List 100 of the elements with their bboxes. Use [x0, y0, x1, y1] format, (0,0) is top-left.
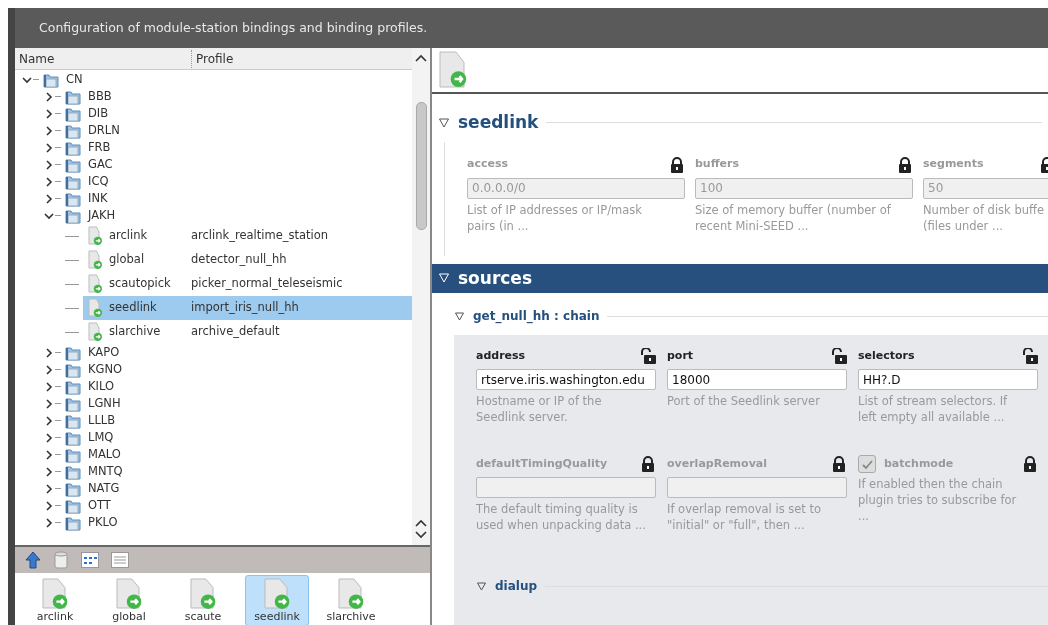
- caret-icon[interactable]: [43, 346, 55, 359]
- param-description: Size of memory buffer (number of recent Mini-SEED ...: [695, 201, 892, 234]
- unlock-icon[interactable]: [640, 348, 656, 364]
- station-name[interactable]: KGNO: [81, 360, 123, 379]
- station-name[interactable]: NATG: [81, 479, 120, 498]
- module-tile[interactable]: slarchive: [319, 575, 383, 625]
- station-name[interactable]: GAC: [81, 155, 113, 174]
- folder-icon: [65, 139, 81, 156]
- scroll-up-icon[interactable]: [415, 54, 427, 62]
- station-name[interactable]: LMQ: [81, 428, 114, 447]
- tree-item[interactable]: seedlink import_iris_null_hh: [83, 296, 412, 320]
- module-icon: [87, 226, 103, 246]
- station-name[interactable]: OTT: [81, 496, 111, 515]
- scroll-up-icon[interactable]: [415, 519, 427, 527]
- module-tile[interactable]: global: [97, 575, 161, 625]
- caret-icon[interactable]: [43, 380, 55, 393]
- profile-name: detector_null_hh: [191, 251, 287, 269]
- station-name[interactable]: DRLN: [81, 121, 120, 140]
- checkbox[interactable]: [858, 455, 876, 473]
- station-name[interactable]: KAPO: [81, 343, 120, 362]
- group-title: dialup: [495, 578, 538, 595]
- scroll-thumb[interactable]: [415, 102, 427, 230]
- up-arrow-icon[interactable]: [25, 551, 41, 569]
- input-field[interactable]: 18000: [667, 369, 847, 390]
- icon-view-icon[interactable]: [81, 552, 99, 568]
- expand-icon[interactable]: [476, 580, 487, 592]
- lock-icon[interactable]: [831, 456, 847, 472]
- module-tile[interactable]: arclink: [23, 575, 87, 625]
- module-tile[interactable]: scaute: [171, 575, 235, 625]
- scrollbar[interactable]: [412, 48, 430, 545]
- unlock-icon[interactable]: [1022, 348, 1038, 364]
- caret-icon[interactable]: [43, 516, 55, 529]
- caret-icon[interactable]: [43, 414, 55, 427]
- unlock-icon[interactable]: [831, 348, 847, 364]
- param-description: If overlap removal is set to "initial" or "full", then ...: [667, 501, 823, 533]
- lock-icon[interactable]: [897, 156, 913, 173]
- param-label: address: [476, 347, 526, 364]
- module-label: slarchive: [326, 610, 376, 623]
- folder-icon: [65, 395, 81, 412]
- caret-icon[interactable]: [43, 431, 55, 444]
- network-name[interactable]: CN: [59, 70, 83, 89]
- station-name[interactable]: MALO: [81, 445, 121, 464]
- station-name[interactable]: JAKH: [81, 206, 116, 225]
- station-name[interactable]: LLLB: [81, 411, 116, 430]
- caret-icon[interactable]: [43, 124, 55, 137]
- module-icon: [115, 578, 143, 610]
- lock-icon[interactable]: [640, 456, 656, 472]
- caret-icon[interactable]: [43, 158, 55, 171]
- folder-icon: [65, 156, 81, 173]
- expand-icon[interactable]: [438, 116, 450, 129]
- param-label: defaultTimingQuality: [476, 455, 608, 472]
- station-name[interactable]: INK: [81, 189, 108, 208]
- station-name[interactable]: KILO: [81, 377, 114, 396]
- caret-icon[interactable]: [43, 107, 55, 120]
- caret-icon[interactable]: [43, 363, 55, 376]
- tree-item[interactable]: scautopick picker_normal_teleseismic: [83, 272, 412, 296]
- station-name[interactable]: PKLO: [81, 513, 118, 532]
- section-title: seedlink: [458, 111, 539, 134]
- caret-icon[interactable]: [43, 448, 55, 461]
- folder-icon: [65, 412, 81, 429]
- station-name[interactable]: BBB: [81, 87, 112, 106]
- caret-icon[interactable]: [43, 482, 55, 495]
- module-label: scaute: [184, 610, 222, 623]
- station-name[interactable]: LGNH: [81, 394, 121, 413]
- station-name[interactable]: ICQ: [81, 172, 109, 191]
- expand-icon[interactable]: [438, 272, 450, 285]
- param-label: batchmode: [884, 455, 954, 472]
- station-name[interactable]: FRB: [81, 138, 111, 157]
- caret-icon[interactable]: [43, 465, 55, 478]
- module-icon: [41, 578, 69, 610]
- module-icon: [189, 578, 217, 610]
- caret-icon[interactable]: [43, 192, 55, 205]
- input-field[interactable]: rtserve.iris.washington.edu: [476, 369, 656, 390]
- caret-icon[interactable]: [43, 499, 55, 512]
- module-label: global: [112, 610, 146, 623]
- expand-icon[interactable]: [454, 310, 465, 322]
- caret-icon[interactable]: [43, 141, 55, 154]
- list-view-icon[interactable]: [111, 552, 129, 568]
- folder-icon: [65, 88, 81, 105]
- lock-icon[interactable]: [669, 156, 685, 173]
- caret-icon[interactable]: [43, 397, 55, 410]
- scroll-down-icon[interactable]: [415, 531, 427, 539]
- column-header[interactable]: Profile: [191, 49, 234, 68]
- caret-icon[interactable]: [43, 90, 55, 103]
- tree-item[interactable]: slarchive archive_default: [83, 320, 412, 344]
- station-name[interactable]: MNTQ: [81, 462, 123, 481]
- profile-name: picker_normal_teleseismic: [191, 275, 343, 293]
- tree-item[interactable]: global detector_null_hh: [83, 248, 412, 272]
- caret-icon[interactable]: [43, 175, 55, 188]
- column-header[interactable]: Name: [15, 49, 191, 68]
- folder-icon: [65, 344, 81, 361]
- station-name[interactable]: DIB: [81, 104, 109, 123]
- tree-item[interactable]: arclink arclink_realtime_station: [83, 224, 412, 248]
- module-name: global: [108, 251, 146, 269]
- module-tile[interactable]: seedlink: [245, 575, 309, 625]
- input-field[interactable]: HH?.D: [858, 369, 1038, 390]
- section-header-bar[interactable]: sources: [432, 263, 1048, 293]
- profile-name: arclink_realtime_station: [191, 227, 329, 245]
- param-description: List of IP addresses or IP/mask pairs (in ...: [467, 201, 643, 234]
- lock-icon[interactable]: [1022, 456, 1038, 472]
